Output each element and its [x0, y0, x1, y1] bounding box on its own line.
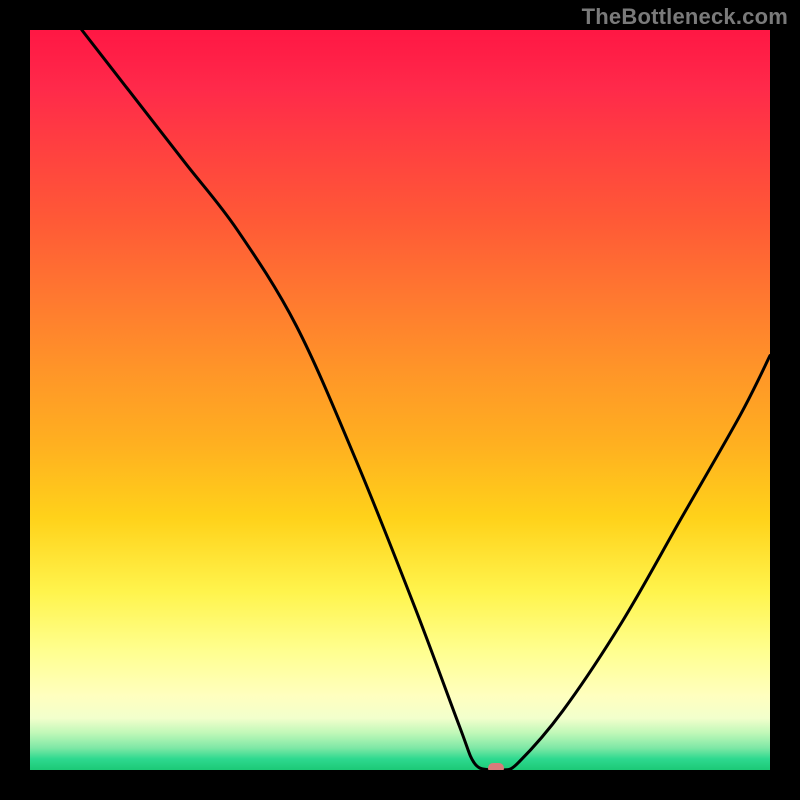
plot-area — [30, 30, 770, 770]
optimal-point-marker — [488, 763, 504, 770]
bottleneck-curve — [30, 30, 770, 770]
watermark-label: TheBottleneck.com — [582, 4, 788, 30]
chart-container: TheBottleneck.com — [0, 0, 800, 800]
